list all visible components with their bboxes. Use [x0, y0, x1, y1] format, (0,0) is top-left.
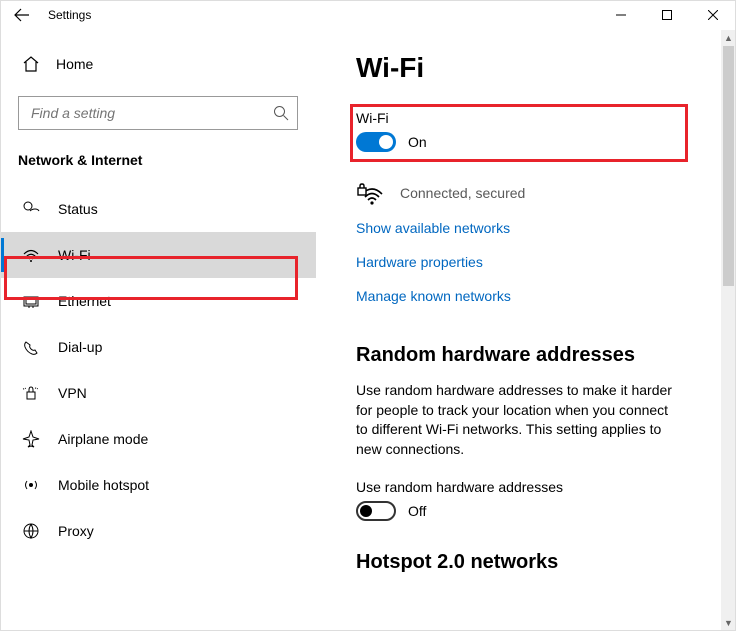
titlebar: Settings [0, 0, 736, 30]
arrow-left-icon [14, 7, 30, 23]
window-title: Settings [48, 8, 91, 22]
back-button[interactable] [0, 0, 44, 30]
random-hw-toggle-state: Off [408, 503, 426, 519]
close-button[interactable] [690, 0, 736, 30]
home-nav[interactable]: Home [18, 44, 302, 84]
wifi-toggle-section: Wi-Fi On [356, 110, 716, 152]
window-controls [598, 0, 736, 30]
minimize-icon [616, 10, 626, 20]
scroll-up-icon[interactable]: ▲ [721, 30, 736, 46]
scrollbar[interactable]: ▲ ▼ [720, 30, 736, 631]
random-hw-description: Use random hardware addresses to make it… [356, 381, 676, 459]
sidebar: Home Network & Internet Status Wi-Fi [0, 30, 320, 631]
sidebar-item-vpn[interactable]: VPN [0, 370, 316, 416]
status-icon [22, 200, 40, 218]
sidebar-item-label: Dial-up [58, 339, 102, 355]
page-title: Wi-Fi [356, 52, 716, 84]
manage-networks-link[interactable]: Manage known networks [356, 288, 716, 304]
hotspot-icon [22, 476, 40, 494]
wifi-toggle-state: On [408, 134, 427, 150]
maximize-button[interactable] [644, 0, 690, 30]
proxy-icon [22, 522, 40, 540]
home-label: Home [56, 56, 93, 72]
nav-list: Status Wi-Fi Ethernet Dial-up [0, 186, 316, 554]
scroll-down-icon[interactable]: ▼ [721, 615, 736, 631]
wifi-toggle[interactable] [356, 132, 396, 152]
wifi-status-row: Connected, secured [356, 180, 716, 206]
search-icon [273, 105, 289, 121]
show-networks-link[interactable]: Show available networks [356, 220, 716, 236]
sidebar-item-label: Ethernet [58, 293, 111, 309]
sidebar-item-dialup[interactable]: Dial-up [0, 324, 316, 370]
wifi-links: Show available networks Hardware propert… [356, 220, 716, 304]
maximize-icon [662, 10, 672, 20]
vpn-icon [22, 384, 40, 402]
hotspot-heading: Hotspot 2.0 networks [356, 551, 716, 574]
ethernet-icon [22, 292, 40, 310]
sidebar-item-label: Status [58, 201, 98, 217]
sidebar-item-airplane[interactable]: Airplane mode [0, 416, 316, 462]
wifi-icon [22, 246, 40, 264]
minimize-button[interactable] [598, 0, 644, 30]
search-box[interactable] [18, 96, 298, 130]
sidebar-item-status[interactable]: Status [0, 186, 316, 232]
sidebar-item-label: Airplane mode [58, 431, 148, 447]
wifi-secured-icon [356, 180, 386, 206]
sidebar-item-ethernet[interactable]: Ethernet [0, 278, 316, 324]
airplane-icon [22, 430, 40, 448]
close-icon [708, 10, 718, 20]
home-icon [22, 55, 40, 73]
dialup-icon [22, 338, 40, 356]
sidebar-item-proxy[interactable]: Proxy [0, 508, 316, 554]
sidebar-item-wifi[interactable]: Wi-Fi [0, 232, 316, 278]
sidebar-item-label: VPN [58, 385, 87, 401]
wifi-status-text: Connected, secured [400, 185, 525, 201]
sidebar-item-hotspot[interactable]: Mobile hotspot [0, 462, 316, 508]
content-area: Wi-Fi Wi-Fi On Connected, secured Show a… [320, 30, 736, 631]
wifi-section-label: Wi-Fi [356, 110, 716, 126]
scroll-thumb[interactable] [723, 46, 734, 286]
random-hw-heading: Random hardware addresses [356, 344, 716, 367]
search-input[interactable] [29, 104, 273, 122]
random-hw-toggle-label: Use random hardware addresses [356, 479, 716, 495]
sidebar-item-label: Mobile hotspot [58, 477, 149, 493]
category-header: Network & Internet [18, 152, 302, 168]
random-hw-toggle[interactable] [356, 501, 396, 521]
sidebar-item-label: Proxy [58, 523, 94, 539]
sidebar-item-label: Wi-Fi [58, 247, 91, 263]
hardware-properties-link[interactable]: Hardware properties [356, 254, 716, 270]
